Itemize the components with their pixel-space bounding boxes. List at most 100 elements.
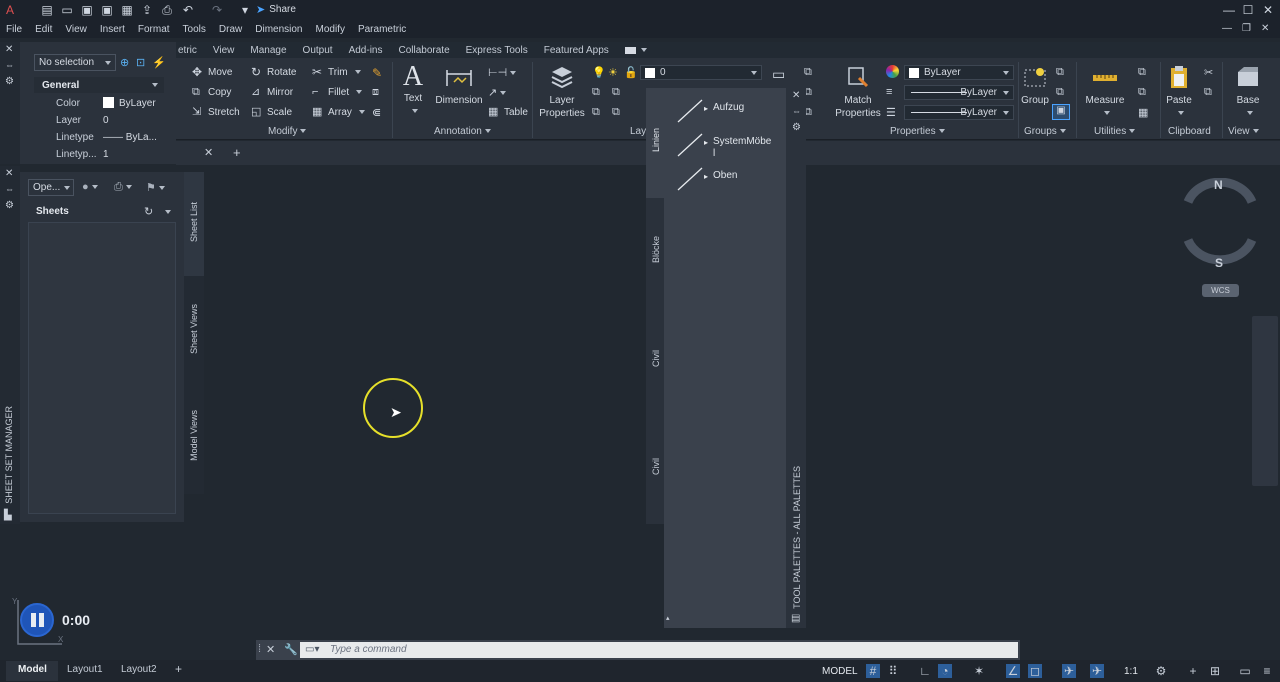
offset-icon[interactable]: ⋐ — [372, 106, 381, 119]
publish-icon[interactable]: ● — [82, 181, 98, 193]
tool-oben[interactable]: ▸ Oben — [676, 164, 780, 194]
menu-format[interactable]: Format — [138, 24, 170, 35]
tab-civil-1[interactable]: Civil — [651, 350, 661, 367]
doc-restore-button[interactable]: ❐ — [1242, 23, 1251, 34]
tab-model-views[interactable]: Model Views — [189, 410, 199, 461]
tp-settings-icon[interactable]: ⚙ — [792, 122, 801, 133]
group-selection-icon[interactable]: ▣ — [1052, 104, 1070, 120]
app-logo-icon[interactable]: A — [3, 3, 17, 17]
sheets-menu-icon[interactable] — [165, 210, 171, 214]
layer-thaw-icon[interactable]: ☀ — [608, 66, 618, 79]
pause-recording-button[interactable] — [20, 603, 54, 637]
annotation-panel-title[interactable]: Annotation — [434, 126, 491, 137]
sheets-tree[interactable] — [28, 222, 176, 514]
auto-scale-icon[interactable]: ✈ — [1090, 664, 1104, 678]
undo-icon[interactable]: ↶ — [181, 3, 195, 17]
groups-panel-title[interactable]: Groups — [1024, 126, 1066, 137]
select-objects-icon[interactable]: ⊡ — [136, 56, 145, 69]
menu-draw[interactable]: Draw — [219, 24, 242, 35]
copy-button[interactable]: ⧉ Copy — [192, 86, 231, 98]
tab-collaborate[interactable]: Collaborate — [398, 45, 449, 56]
palette-settings-icon[interactable]: ⚙ — [5, 76, 14, 87]
compass-north[interactable]: N — [1214, 178, 1223, 192]
calculator-icon[interactable]: ▦ — [1138, 106, 1148, 119]
ribbon-minimize-icon[interactable] — [624, 46, 636, 54]
save-as-icon[interactable]: ▣ — [100, 3, 114, 17]
linetype-icon[interactable]: ☰ — [886, 106, 896, 119]
recent-commands-icon[interactable]: ▭▾ — [305, 644, 319, 655]
tab-linien[interactable]: Linien — [651, 128, 661, 152]
tab-output[interactable]: Output — [303, 45, 333, 56]
sheet-options-icon[interactable]: ⚑ — [146, 181, 165, 194]
cut-icon[interactable]: ✂ — [1204, 66, 1213, 79]
tp-autohide-icon[interactable]: ⇔ — [792, 106, 801, 116]
viewcube[interactable]: N S — [1180, 177, 1260, 270]
maximize-window-button[interactable]: ☐ — [1241, 3, 1255, 17]
tab-featured-apps[interactable]: Featured Apps — [544, 45, 609, 56]
menu-tools[interactable]: Tools — [183, 24, 206, 35]
menu-edit[interactable]: Edit — [35, 24, 52, 35]
tab-add-ins[interactable]: Add-ins — [349, 45, 383, 56]
redo-icon[interactable]: ↷ — [210, 3, 224, 17]
ribbon-options-dropdown-icon[interactable] — [640, 48, 647, 52]
quick-select-icon[interactable]: ⧉ — [1138, 66, 1146, 79]
array-button[interactable]: ▦ Array — [312, 106, 365, 118]
new-icon[interactable]: ▤ — [40, 3, 54, 17]
customization-icon[interactable]: ≡ — [1260, 664, 1274, 678]
add-layout-icon[interactable]: + — [175, 662, 182, 676]
compass-south[interactable]: S — [1215, 256, 1223, 270]
linetype-dropdown[interactable]: ByLayer — [904, 105, 1014, 120]
close-drawing-tab-icon[interactable]: ✕ — [204, 146, 213, 159]
command-input[interactable]: Type a command — [300, 642, 1018, 658]
quick-select-palette-icon[interactable]: ⚡ — [152, 56, 166, 69]
units-icon[interactable]: ⊞ — [1208, 664, 1222, 678]
open-icon[interactable]: ▭ — [60, 3, 74, 17]
tab-express-tools[interactable]: Express Tools — [466, 45, 528, 56]
dimension-button[interactable]: Dimension — [434, 62, 484, 107]
measure-button[interactable]: Measure — [1080, 62, 1130, 120]
stretch-button[interactable]: ⇲ Stretch — [192, 106, 240, 118]
leader-icon[interactable]: ↗ — [488, 86, 507, 99]
annotation-monitor-icon[interactable]: + — [1186, 664, 1200, 678]
tab-sheet-views[interactable]: Sheet Views — [189, 304, 199, 354]
doc-minimize-button[interactable]: — — [1222, 23, 1232, 34]
customize-dropdown-icon[interactable]: ▾ — [238, 3, 252, 17]
close-icon[interactable]: ✕ — [5, 44, 13, 55]
text-button[interactable]: A Text — [398, 62, 428, 118]
tab-manage[interactable]: Manage — [250, 45, 286, 56]
sheet-set-open-dropdown[interactable]: Ope... — [28, 179, 74, 196]
lineweight-icon[interactable]: ≡ — [886, 86, 892, 98]
new-drawing-tab-icon[interactable]: + — [233, 145, 241, 160]
layers-panel-title[interactable]: Lay — [630, 126, 646, 137]
tab-parametric[interactable]: etric — [178, 45, 197, 56]
annotation-scale[interactable]: 1:1 — [1124, 666, 1138, 677]
properties-panel-title[interactable]: Properties — [890, 126, 945, 137]
polar-icon[interactable]: ◔ — [938, 664, 952, 678]
insert-block-icon[interactable]: ▭ — [772, 66, 785, 83]
grid-icon[interactable]: # — [866, 664, 880, 678]
view-panel-title[interactable]: View — [1228, 126, 1259, 137]
color-dropdown[interactable]: ByLayer — [904, 65, 1014, 80]
snap-icon[interactable]: ⠿ — [886, 664, 900, 678]
ssm-autohide-icon[interactable]: ⇔ — [5, 184, 14, 194]
cmd-close-icon[interactable]: ✕ — [266, 643, 275, 656]
select-all-icon[interactable]: ⧉ — [1138, 86, 1146, 99]
copy-clip-icon[interactable]: ⧉ — [1204, 86, 1212, 99]
base-button[interactable]: Base — [1230, 62, 1266, 120]
layer-dropdown[interactable]: 0 — [640, 65, 762, 80]
create-block-icon[interactable]: ⧉ — [804, 66, 812, 79]
share-button[interactable]: ➤ Share — [256, 3, 296, 16]
explode-icon[interactable]: ⧈ — [372, 86, 379, 99]
menu-view[interactable]: View — [65, 24, 87, 35]
fillet-button[interactable]: ⌐ Fillet — [312, 86, 363, 98]
prop-color-value[interactable]: ByLayer — [119, 98, 156, 109]
tab-model[interactable]: Model — [6, 661, 58, 681]
layer-off-icon[interactable]: ⧉ — [612, 86, 620, 99]
clean-screen-icon[interactable]: ▭ — [1238, 664, 1252, 678]
clipboard-panel-title[interactable]: Clipboard — [1168, 126, 1211, 137]
tab-layout1[interactable]: Layout1 — [67, 664, 103, 675]
prop-layer-value[interactable]: 0 — [103, 115, 109, 126]
tool-systemmoebel[interactable]: ▸ SystemMöbe l — [676, 130, 780, 160]
plot-icon[interactable]: ⎙ — [160, 3, 174, 17]
object-color-icon[interactable] — [886, 65, 899, 78]
